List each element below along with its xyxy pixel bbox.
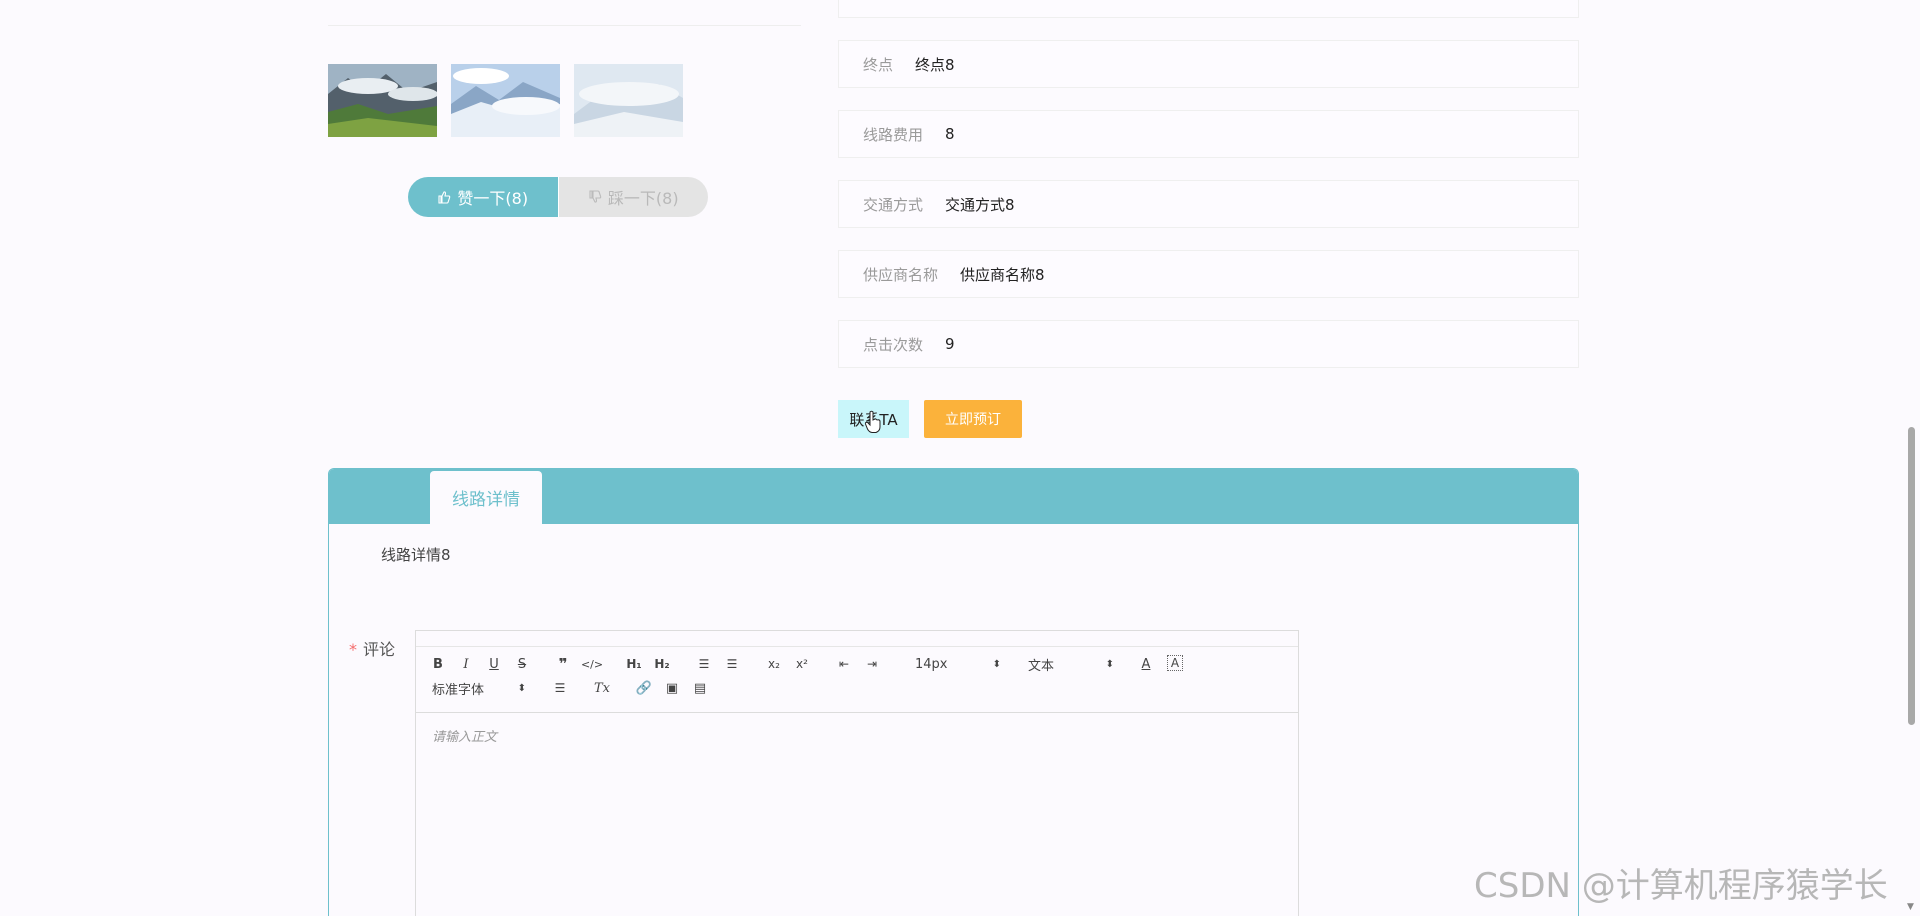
superscript-icon[interactable]: x²	[792, 655, 812, 673]
scroll-down-arrow-icon[interactable]: ▼	[1907, 902, 1917, 912]
field-label: 交通方式	[863, 195, 924, 214]
font-family-value: 标准字体	[432, 682, 485, 698]
clear-format-icon[interactable]: Tx	[592, 679, 612, 697]
strikethrough-icon[interactable]: S	[512, 655, 532, 673]
thumbs-down-icon	[589, 190, 602, 203]
field-label: 供应商名称	[863, 265, 939, 284]
field-label: 点击次数	[863, 335, 924, 354]
field-label: 终点	[863, 55, 894, 74]
font-size-value: 14px	[915, 656, 948, 672]
underline-icon[interactable]: U	[484, 655, 504, 673]
comment-editor: B I U S ❞ </> H₁ H₂ ☰ ☰ x₂ x² ⇤ ⇥ 14px ⬍ …	[415, 630, 1299, 916]
video-icon[interactable]: ▤	[690, 679, 710, 697]
thumbnail-snowy-peak[interactable]	[574, 64, 683, 137]
heading-select[interactable]: 文本 ⬍	[1028, 655, 1114, 674]
field-row-click-count: 点击次数 9	[838, 320, 1579, 368]
comment-placeholder: 请输入正文	[432, 730, 498, 745]
required-mark: *	[349, 640, 357, 659]
field-row-destination: 终点 终点8	[838, 40, 1579, 88]
tab-bar: 线路详情	[329, 469, 1578, 524]
ordered-list-icon[interactable]: ☰	[694, 655, 714, 673]
thumbnail-mountain-forest[interactable]	[328, 64, 437, 137]
cover-image-frame	[328, 0, 801, 26]
tab-route-detail[interactable]: 线路详情	[430, 471, 542, 524]
select-arrow-icon: ⬍	[517, 682, 526, 694]
dislike-label: 踩一下(8)	[607, 189, 679, 208]
field-row-route-fee: 线路费用 8	[838, 110, 1579, 158]
indent-icon[interactable]: ⇥	[862, 655, 882, 673]
select-arrow-icon: ⬍	[1105, 658, 1114, 670]
field-row-transport: 交通方式 交通方式8	[838, 180, 1579, 228]
image-icon[interactable]: ▣	[662, 679, 682, 697]
blockquote-icon[interactable]: ❞	[553, 655, 573, 673]
editor-toolbar: B I U S ❞ </> H₁ H₂ ☰ ☰ x₂ x² ⇤ ⇥ 14px ⬍ …	[416, 646, 1298, 713]
vote-group: 赞一下(8) 踩一下(8)	[408, 177, 708, 217]
field-label: 线路费用	[863, 125, 924, 144]
editor-top-bar	[416, 631, 1298, 647]
book-now-button[interactable]: 立即预订	[924, 400, 1022, 438]
heading-2-icon[interactable]: H₂	[652, 655, 672, 673]
comment-label-text: 评论	[363, 640, 396, 659]
route-detail-content: 线路详情8	[381, 546, 451, 564]
field-value: 供应商名称8	[960, 265, 1045, 284]
select-arrow-icon: ⬍	[992, 658, 1001, 670]
subscript-icon[interactable]: x₂	[764, 655, 784, 673]
bullet-list-icon[interactable]: ☰	[722, 655, 742, 673]
font-size-select[interactable]: 14px ⬍	[915, 655, 1001, 673]
comment-editor-body[interactable]: 请输入正文	[416, 713, 1298, 916]
field-row-start	[838, 0, 1579, 18]
italic-icon[interactable]: I	[456, 655, 476, 673]
like-label: 赞一下(8)	[457, 189, 529, 208]
field-row-supplier: 供应商名称 供应商名称8	[838, 250, 1579, 298]
field-value: 8	[945, 125, 955, 143]
link-icon[interactable]: 🔗	[634, 679, 654, 697]
outdent-icon[interactable]: ⇤	[834, 655, 854, 673]
watermark: CSDN @计算机程序猿学长	[1474, 866, 1888, 906]
page-scrollbar-thumb[interactable]	[1908, 427, 1915, 725]
field-value: 终点8	[915, 55, 955, 74]
font-color-icon[interactable]: A	[1136, 655, 1156, 673]
thumbnail-snowy-mountain[interactable]	[451, 64, 560, 137]
field-value: 交通方式8	[945, 195, 1015, 214]
background-color-icon[interactable]: A	[1167, 655, 1183, 671]
hand-cursor-icon	[864, 410, 881, 433]
dislike-button[interactable]: 踩一下(8)	[557, 177, 708, 217]
font-family-select[interactable]: 标准字体 ⬍	[432, 679, 526, 698]
heading-value: 文本	[1028, 658, 1055, 674]
thumbs-up-icon	[438, 191, 451, 204]
code-block-icon[interactable]: </>	[581, 655, 603, 673]
comment-label: * 评论	[349, 636, 395, 660]
heading-1-icon[interactable]: H₁	[624, 655, 644, 673]
field-value: 9	[945, 335, 955, 353]
bold-icon[interactable]: B	[428, 655, 448, 673]
like-button[interactable]: 赞一下(8)	[408, 177, 558, 217]
align-icon[interactable]: ☰	[550, 679, 570, 697]
